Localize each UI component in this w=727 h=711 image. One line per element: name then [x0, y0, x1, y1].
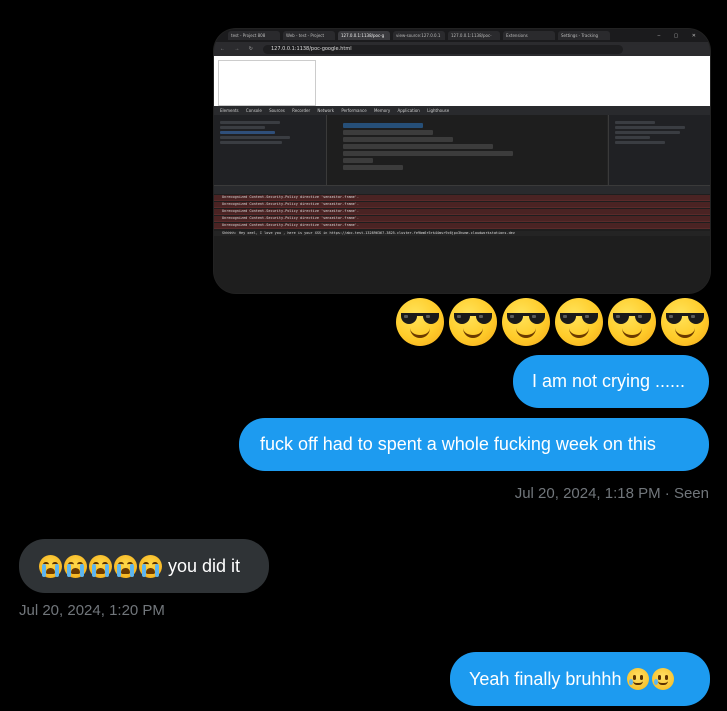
browser-tab: test - Project 808 [228, 31, 280, 40]
nav-arrows-icon: ← → ↻ [220, 46, 257, 52]
console-error-line: Unrecognized Content-Security-Policy dir… [222, 223, 359, 227]
crying-face-icon [89, 554, 112, 578]
crying-face-icon [139, 554, 162, 578]
browser-tab: Settings - Tracking [558, 31, 610, 40]
sunglasses-face-icon [661, 298, 709, 346]
browser-url-bar: ← → ↻ 127.0.0.1:1138/poc-google.html [214, 42, 710, 56]
received-message-bubble[interactable]: you did it [19, 539, 269, 593]
sunglasses-face-icon [608, 298, 656, 346]
sunglasses-face-icon [396, 298, 444, 346]
browser-tab: Extensions [503, 31, 555, 40]
message-text: fuck off had to spent a whole fucking we… [260, 434, 656, 454]
crying-face-icon [114, 554, 137, 578]
sunglasses-face-icon [555, 298, 603, 346]
console-error-line: Unrecognized Content-Security-Policy dir… [222, 209, 359, 213]
browser-tab: 127.0.0.1:1138/poc- [448, 31, 500, 40]
window-controls-icon: – ▢ ✕ [657, 32, 702, 39]
message-timestamp: Jul 20, 2024, 1:20 PM [19, 602, 165, 619]
crying-face-icon [39, 554, 62, 578]
browser-tab: Web - test - Project [283, 31, 335, 40]
sent-message-bubble[interactable]: I am not crying ...... [513, 355, 709, 408]
holding-back-tears-icon [652, 668, 675, 690]
console-error-line: Unrecognized Content-Security-Policy dir… [222, 216, 359, 220]
browser-tab: 127.0.0.1:1138/poc-g [338, 31, 390, 40]
devtools-console: Unrecognized Content-Security-Policy dir… [214, 194, 710, 293]
console-error-line: Unrecognized Content-Security-Policy dir… [222, 195, 359, 199]
console-message-line: Shhhhh: Hey xeel, I love you , here is y… [222, 231, 515, 235]
crying-face-icon [64, 554, 87, 578]
page-iframe-box [218, 60, 316, 106]
url-text: 127.0.0.1:1138/poc-google.html [262, 44, 623, 54]
console-error-line: Unrecognized Content-Security-Policy dir… [222, 202, 359, 206]
devtools-code-editor [327, 115, 607, 185]
message-text: you did it [168, 555, 241, 576]
browser-tab: view-source:127.0.0.1 [393, 31, 445, 40]
sunglasses-face-icon [449, 298, 497, 346]
sent-message-bubble[interactable]: Yeah finally bruhhh [450, 652, 710, 706]
browser-tab-bar: test - Project 808 Web - test - Project … [214, 29, 710, 42]
message-timestamp-seen: Jul 20, 2024, 1:18 PM · Seen [514, 485, 709, 502]
holding-back-tears-icon [627, 668, 650, 690]
message-text: I am not crying ...... [532, 371, 686, 391]
devtools-debugger-pane [608, 115, 710, 185]
emoji-message[interactable] [396, 298, 709, 346]
devtools-tabs: Elements Console Sources Recorder Networ… [214, 106, 710, 115]
screenshot-image-message[interactable]: test - Project 808 Web - test - Project … [214, 29, 710, 293]
sunglasses-face-icon [502, 298, 550, 346]
devtools-file-tree [214, 115, 327, 185]
message-text: Yeah finally bruhhh [469, 668, 622, 689]
sent-message-bubble[interactable]: fuck off had to spent a whole fucking we… [239, 418, 709, 471]
